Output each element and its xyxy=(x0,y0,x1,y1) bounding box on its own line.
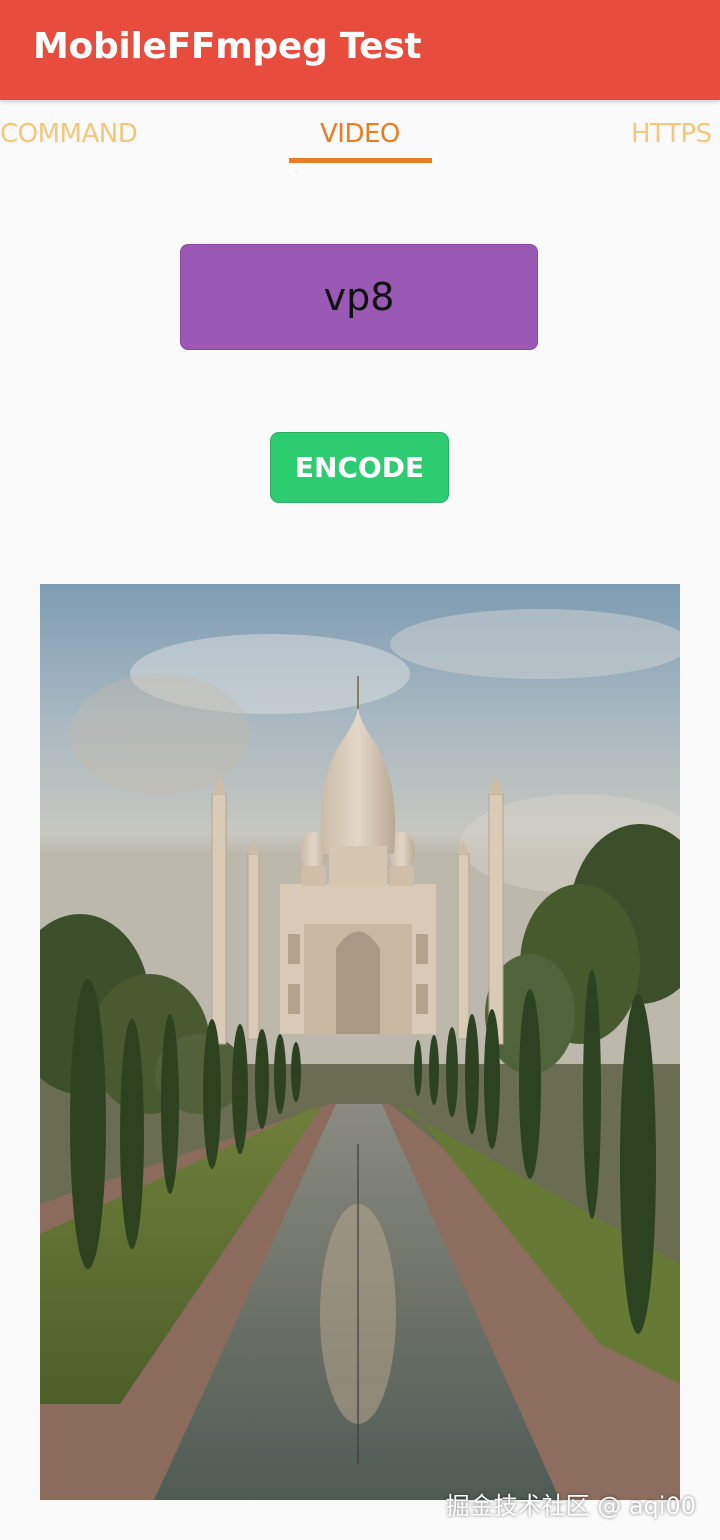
codec-spinner[interactable]: vp8 xyxy=(180,244,538,350)
tab-https[interactable]: HTTPS xyxy=(631,119,712,149)
video-preview[interactable] xyxy=(40,584,680,1500)
encode-button[interactable]: ENCODE xyxy=(270,432,449,503)
taj-mahal-photo xyxy=(40,584,680,1500)
tab-video[interactable]: VIDEO xyxy=(320,119,400,149)
watermark-text: 掘金技术社区 @ aqi00 xyxy=(445,1492,696,1520)
tab-bar: COMMAND VIDEO HTTPS xyxy=(0,100,720,166)
active-tab-indicator xyxy=(289,158,432,163)
app-bar: MobileFFmpeg Test xyxy=(0,0,720,100)
app-title: MobileFFmpeg Test xyxy=(33,26,422,67)
tab-command[interactable]: COMMAND xyxy=(0,119,138,149)
codec-selected-value: vp8 xyxy=(323,275,395,319)
